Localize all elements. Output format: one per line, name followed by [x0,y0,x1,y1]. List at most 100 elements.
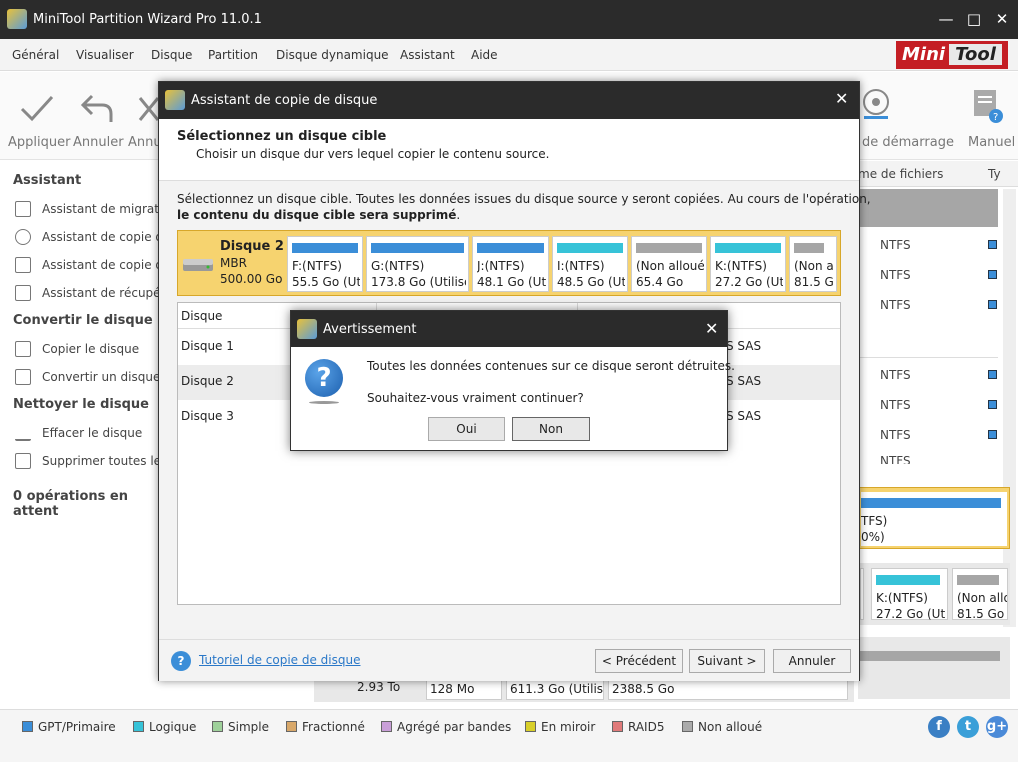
list-item[interactable]: NTFS [880,454,911,464]
question-icon: ? [305,359,343,397]
bootable-media-button[interactable]: de démarrage [862,135,954,150]
disk-map-part: K:(NTFS) 27.2 Go (Uti [871,568,948,621]
list-item[interactable]: NTFS [880,298,911,312]
partition-block[interactable]: (Non alloué) 65.4 Go [631,236,707,292]
menu-partition[interactable]: Partition [208,48,258,62]
disk-model-cell: S SAS [726,339,762,353]
no-button[interactable]: Non [512,417,590,441]
disk-map-row[interactable] [858,637,1010,699]
legend-unallocated: Non alloué [682,720,762,734]
list-item[interactable]: NTFS [880,428,911,442]
legend-label: Agrégé par bandes [397,720,512,734]
vertical-scrollbar[interactable] [1003,189,1016,627]
menu-general[interactable]: Général [12,48,59,62]
convert-icon [15,369,31,385]
undo-icon[interactable] [80,92,114,124]
partition-label: G:(NTFS) [371,259,425,273]
partition-block[interactable]: K:(NTFS) 27.2 Go (Uti [710,236,786,292]
sidebar-item-delete-all[interactable]: Supprimer toutes les [42,454,167,468]
partition-size: 27.2 Go (Uti [715,275,783,289]
cancel-button[interactable]: Annuler [773,649,851,673]
warning-footer: Oui Non [291,409,727,450]
tutorial-link[interactable]: Tutoriel de copie de disque [199,653,360,667]
manual-icon[interactable]: ? [972,88,1004,124]
sidebar-item-migrate[interactable]: Assistant de migratio [42,202,170,216]
apply-icon[interactable] [20,94,54,124]
undo-button[interactable]: Annuler [73,135,124,150]
close-icon[interactable]: ✕ [705,319,718,338]
menu-dynamic-disk[interactable]: Disque dynamique [276,48,389,62]
discard-button[interactable]: Annu [128,135,162,150]
selected-disk-row[interactable] [858,189,998,227]
partition-block[interactable]: J:(NTFS) 48.1 Go (Uti [472,236,549,292]
disk-map-row[interactable]: K:(NTFS) 27.2 Go (Uti (Non allo 81.5 Go [858,563,1010,625]
close-icon[interactable]: ✕ [991,8,1013,30]
discard-icon[interactable] [138,96,158,122]
primary-type-marker [988,240,997,249]
bootable-media-icon[interactable] [862,88,892,120]
disk-map-selected[interactable]: TFS) 0%) [858,487,1010,549]
menu-view[interactable]: Visualiser [76,48,134,62]
sidebar-item-recovery[interactable]: Assistant de récupér [42,286,166,300]
app-title: MiniTool Partition Wizard Pro 11.0.1 [33,12,262,27]
disk-map-bar [876,575,940,585]
close-icon[interactable]: ✕ [835,89,848,108]
partition-bar [794,243,824,253]
list-item[interactable]: NTFS [880,268,911,282]
partition-label: I:(NTFS) [557,259,605,273]
info-text-2: le contenu du disque cible sera supprimé… [177,208,460,222]
sidebar-item-convert[interactable]: Convertir un disque [42,370,160,384]
migrate-os-icon [15,201,31,217]
legend-swatch [381,721,392,732]
disk-map-label: (Non allo [957,591,1008,605]
partition-size: 55.5 Go (Uti [292,275,360,289]
list-item[interactable]: NTFS [880,238,911,252]
header-type[interactable]: Ty [988,167,1001,181]
help-icon[interactable]: ? [171,651,191,671]
partition-block[interactable]: I:(NTFS) 48.5 Go (Uti [552,236,628,292]
twitter-icon[interactable]: t [957,716,979,738]
legend-swatch [212,721,223,732]
menu-wizard[interactable]: Assistant [400,48,455,62]
sidebar: Assistant Assistant de migratio Assistan… [0,161,170,709]
disk-map-bar [860,651,1000,661]
partition-block[interactable]: G:(NTFS) 173.8 Go (Utilisé [366,236,469,292]
sidebar-item-copy-partition[interactable]: Assistant de copie d [42,230,163,244]
google-plus-icon[interactable]: g+ [986,716,1008,738]
apply-button[interactable]: Appliquer [8,135,70,150]
minimize-icon[interactable]: — [935,8,957,30]
sidebar-item-copy-disk[interactable]: Assistant de copie d [42,258,163,272]
menu-disk[interactable]: Disque [151,48,192,62]
list-item[interactable]: NTFS [880,368,911,382]
app-logo-icon [7,9,27,29]
primary-type-marker [988,270,997,279]
list-item[interactable]: NTFS [880,398,911,412]
partition-block[interactable]: F:(NTFS) 55.5 Go (Uti [287,236,363,292]
sidebar-item-wipe[interactable]: Effacer le disque [42,426,142,440]
minitool-logo: Mini Tool [896,41,1008,69]
primary-type-marker [988,370,997,379]
warning-message: Toutes les données contenues sur ce disq… [367,359,735,373]
copy-partition-icon [15,229,31,245]
partition-block[interactable]: (Non a 81.5 Go [789,236,837,292]
manual-button[interactable]: Manuel [968,135,1015,150]
yes-button[interactable]: Oui [428,417,505,441]
sidebar-convert-title: Convertir le disque [13,313,153,328]
warning-title: Avertissement [323,322,417,337]
disk-map-usage: 27.2 Go (Uti [876,607,946,621]
column-header-disk[interactable]: Disque [181,309,222,323]
menu-help[interactable]: Aide [471,48,498,62]
sidebar-item-copy[interactable]: Copier le disque [42,342,139,356]
disk-map-bar [957,575,999,585]
previous-button[interactable]: < Précédent [595,649,683,673]
facebook-icon[interactable]: f [928,716,950,738]
sidebar-clean-title: Nettoyer le disque [13,397,149,412]
partition-bar [636,243,702,253]
maximize-icon[interactable]: □ [963,8,985,30]
legend-raid5: RAID5 [612,720,664,734]
target-disk-map[interactable]: Disque 2 MBR 500.00 Go F:(NTFS) 55.5 Go (… [177,230,841,296]
next-button[interactable]: Suivant > [689,649,765,673]
legend-swatch [682,721,693,732]
header-filesystem[interactable]: me de fichiers [858,167,943,181]
legend-logical: Logique [133,720,196,734]
